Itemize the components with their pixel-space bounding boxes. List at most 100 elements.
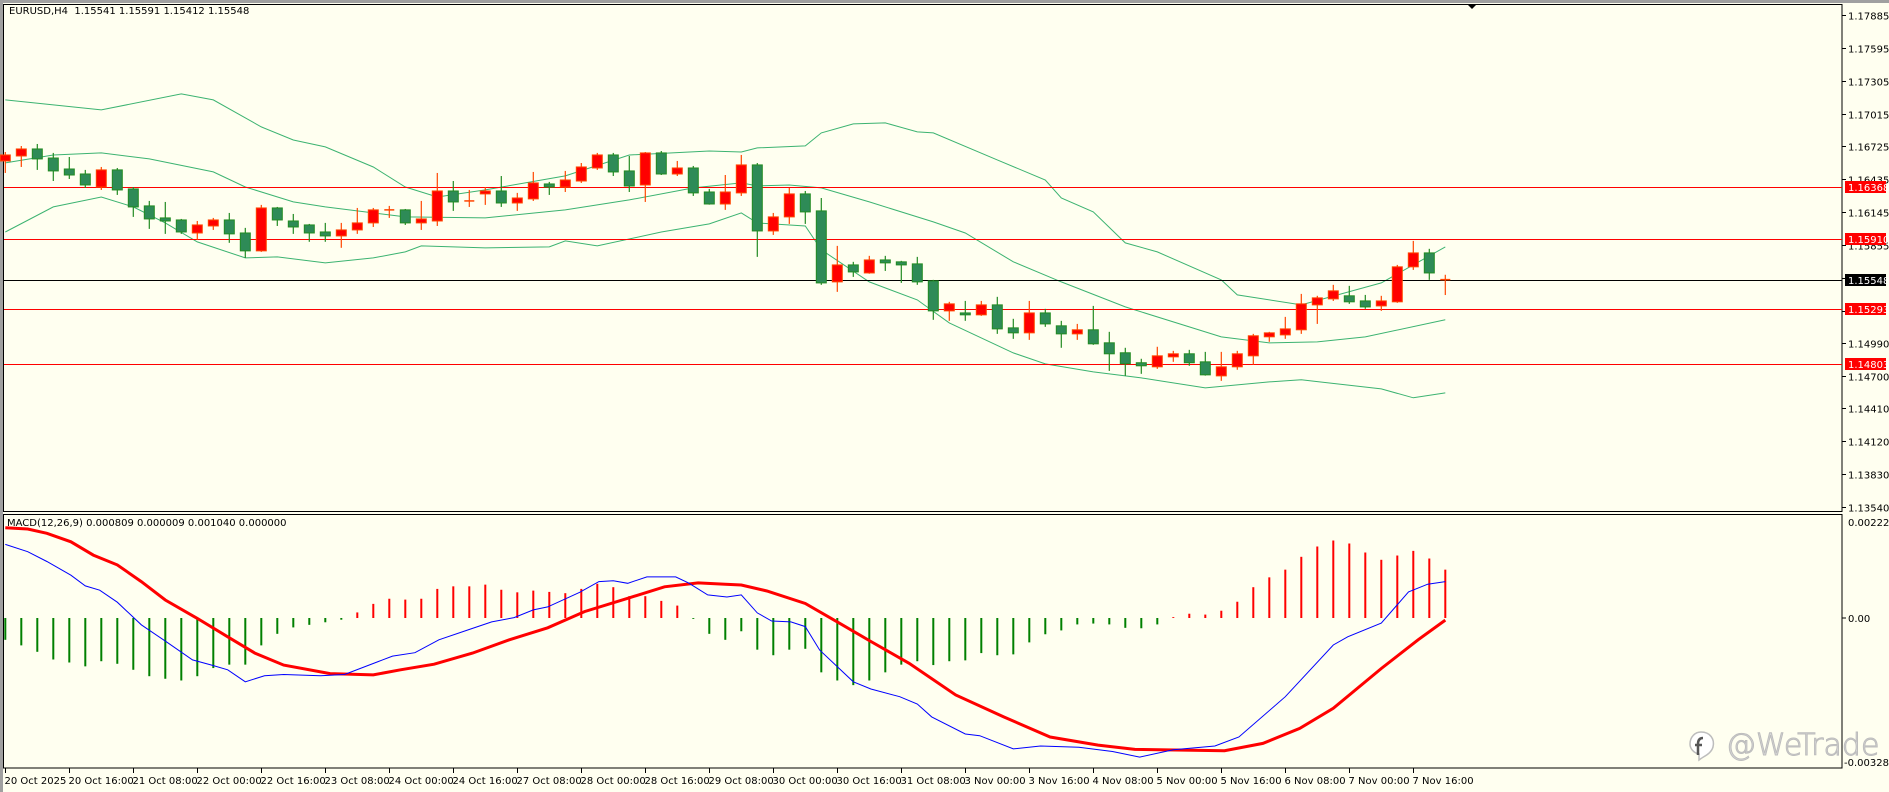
price-axis-label: 1.13830: [1848, 471, 1889, 482]
candle: [815, 197, 827, 285]
candle-body: [895, 261, 907, 266]
candle: [591, 152, 603, 170]
time-axis-label: 31 Oct 08:00: [901, 776, 966, 787]
candle-body: [127, 188, 139, 208]
candle-body: [191, 224, 203, 234]
candle-body: [879, 259, 891, 264]
candle-body: [1103, 342, 1115, 355]
candle-body: [1423, 252, 1435, 274]
price-axis-label: 1.14990: [1848, 340, 1889, 351]
macd-header: MACD(12,26,9) 0.000809 0.000009 0.001040…: [7, 518, 287, 529]
price-axis-label: 1.14700: [1848, 373, 1889, 384]
candle-body: [863, 259, 875, 274]
candle-body: [719, 191, 731, 205]
candle-body: [31, 148, 43, 160]
time-axis-label: 7 Nov 16:00: [1413, 776, 1474, 787]
candle-body: [95, 169, 107, 188]
candle-body: [1391, 266, 1403, 303]
candle-body: [1215, 366, 1227, 377]
candle-body: [15, 148, 27, 157]
candle: [175, 218, 187, 234]
time-axis-label: 3 Nov 00:00: [965, 776, 1026, 787]
candle-body: [1023, 312, 1035, 334]
candle-body: [1199, 361, 1211, 376]
wetrade-logo-icon: [1689, 730, 1715, 762]
candle-body: [815, 210, 827, 284]
price-axis-label: 1.14410: [1848, 405, 1889, 416]
candle-body: [767, 216, 779, 232]
candle-body: [991, 304, 1003, 330]
time-axis-label: 20 Oct 2025: [5, 776, 67, 787]
candle-body: [79, 173, 91, 186]
macd-axis-zero: 0.00: [1848, 614, 1870, 625]
candle-body: [927, 280, 939, 312]
candle-body: [111, 169, 123, 191]
time-axis-label: 4 Nov 08:00: [1093, 776, 1154, 787]
price-axis-label: 1.17885: [1848, 12, 1889, 23]
candle-body: [943, 303, 955, 312]
candle-body: [1359, 300, 1371, 308]
time-axis-label: 23 Oct 08:00: [325, 776, 390, 787]
level-price-label: 1.15910: [1848, 235, 1889, 246]
candle-body: [1311, 297, 1323, 306]
time-axis-label: 28 Oct 00:00: [581, 776, 646, 787]
candle-body: [847, 264, 859, 273]
candle-body: [335, 229, 347, 237]
candle-body: [1071, 329, 1083, 335]
candle-body: [671, 167, 683, 175]
candle-body: [1343, 295, 1355, 303]
candle-body: [399, 209, 411, 224]
candle-body: [1263, 332, 1275, 338]
trading-chart[interactable]: 1.178851.175951.173051.170151.167251.164…: [0, 0, 1889, 792]
time-axis-label: 24 Oct 16:00: [453, 776, 518, 787]
candle-body: [1247, 335, 1259, 357]
candle-body: [655, 152, 667, 175]
candle: [655, 150, 667, 175]
time-axis-label: 6 Nov 08:00: [1285, 776, 1346, 787]
left-edge: [0, 3, 3, 792]
level-price-label: 1.16368: [1848, 183, 1889, 194]
candle-body: [799, 193, 811, 213]
candle-body: [1135, 362, 1147, 367]
candle-body: [575, 166, 587, 182]
candle-body: [975, 304, 987, 316]
candle-body: [287, 220, 299, 228]
time-axis-label: 5 Nov 00:00: [1157, 776, 1218, 787]
candle-body: [1295, 303, 1307, 331]
candle-body: [431, 190, 443, 222]
candle-body: [223, 219, 235, 235]
candle-body: [1327, 290, 1339, 300]
candle-body: [591, 154, 603, 169]
price-axis-label: 1.16145: [1848, 209, 1889, 220]
candle-body: [959, 312, 971, 316]
candle-body: [303, 224, 315, 234]
candle-body: [479, 190, 491, 195]
candle-body: [1007, 327, 1019, 334]
price-axis-label: 1.13540: [1848, 504, 1889, 515]
candle-body: [271, 207, 283, 221]
macd-axis-top: 0.00222: [1848, 518, 1889, 529]
candle-body: [47, 157, 59, 172]
time-axis-label: 30 Oct 00:00: [773, 776, 838, 787]
time-axis-label: 21 Oct 08:00: [133, 776, 198, 787]
candle-body: [1279, 328, 1291, 336]
price-axis-label: 1.17305: [1848, 78, 1889, 89]
ohlc-values: 1.15541 1.15591 1.15412 1.15548: [74, 6, 250, 17]
candle: [399, 208, 411, 225]
candle-body: [1183, 353, 1195, 364]
candle-body: [0, 154, 11, 162]
candle-body: [527, 182, 539, 200]
level-price-label: 1.15293: [1848, 305, 1889, 316]
time-axis-label: 22 Oct 00:00: [197, 776, 262, 787]
watermark: @WeTrade: [1684, 728, 1880, 764]
candle-body: [1119, 352, 1131, 365]
top-edge: [0, 0, 1889, 3]
watermark-text: @WeTrade: [1725, 728, 1880, 764]
candle-body: [175, 219, 187, 233]
candle-body: [207, 219, 219, 227]
candle-body: [783, 193, 795, 218]
time-axis-label: 28 Oct 16:00: [645, 776, 710, 787]
time-axis-label: 5 Nov 16:00: [1221, 776, 1282, 787]
candle-body: [607, 154, 619, 173]
chart-header: EURUSD,H4 1.15541 1.15591 1.15412 1.1554…: [9, 6, 249, 17]
